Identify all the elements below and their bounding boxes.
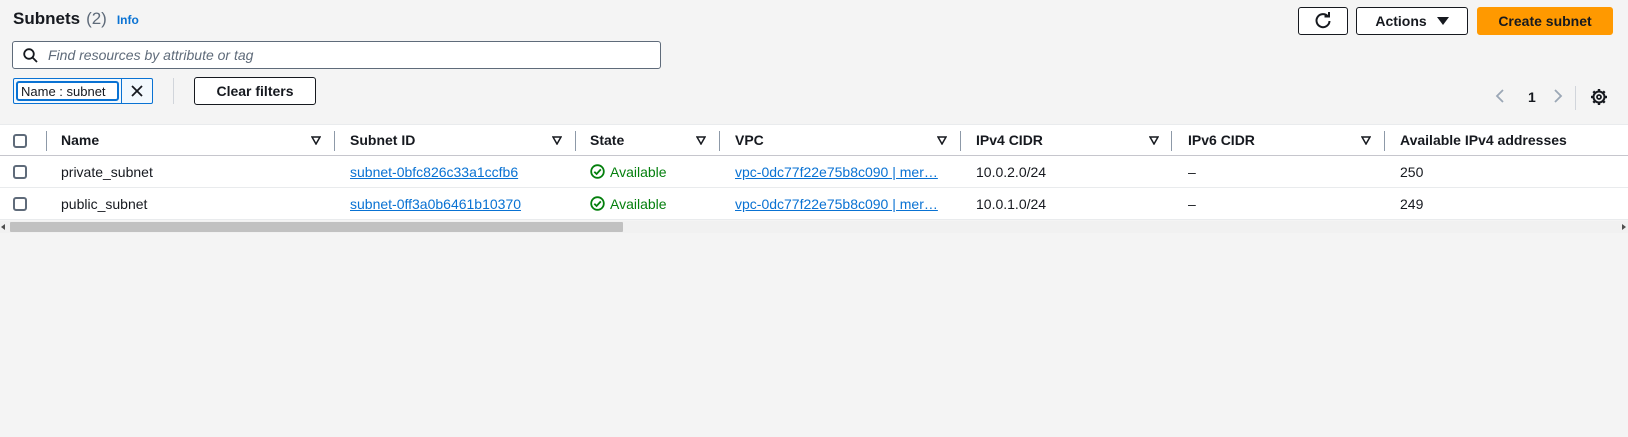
caret-down-icon (1436, 17, 1449, 25)
cell-available-ipv4: 249 (1400, 195, 1424, 212)
clear-filters-label: Clear filters (216, 83, 294, 99)
filter-divider (173, 78, 174, 104)
column-header-ipv4-cidr[interactable]: IPv4 CIDR (976, 125, 1043, 155)
row-checkbox[interactable] (13, 197, 27, 211)
filter-token[interactable]: Name : subnet (13, 78, 153, 104)
page-title: Subnets (13, 9, 81, 28)
cell-subnet-id-link[interactable]: subnet-0ff3a0b6461b10370 (350, 188, 521, 219)
refresh-icon (1315, 12, 1331, 29)
cell-vpc-link[interactable]: vpc-0dc77f22e75b8c090 | mer… (735, 188, 938, 219)
chevron-left-icon (1495, 89, 1504, 103)
resource-count: (2) (86, 9, 107, 28)
page-header: Subnets (2) Info (13, 9, 139, 29)
table-header: Name Subnet ID State VPC IPv4 CIDR IPv6 … (0, 125, 1628, 156)
column-header-vpc[interactable]: VPC (735, 125, 764, 155)
column-header-subnet-id[interactable]: Subnet ID (350, 125, 415, 155)
cell-ipv4-cidr: 10.0.1.0/24 (976, 195, 1047, 212)
status-available-icon (590, 164, 605, 179)
column-divider[interactable] (1171, 131, 1172, 151)
actions-label: Actions (1375, 13, 1427, 29)
column-header-available-ipv4[interactable]: Available IPv4 addresses (1400, 125, 1567, 155)
select-all-checkbox[interactable] (13, 134, 27, 148)
scroll-left-arrow-icon[interactable] (1, 224, 5, 230)
filter-token-label[interactable]: Name : subnet (16, 81, 119, 101)
create-subnet-button[interactable]: Create subnet (1477, 7, 1613, 35)
column-divider[interactable] (719, 131, 720, 151)
cell-state: Available (590, 188, 667, 219)
row-checkbox[interactable] (13, 165, 27, 179)
remove-filter-button[interactable] (121, 79, 151, 103)
sort-icon[interactable] (696, 136, 706, 145)
search-icon (23, 47, 38, 63)
search-input[interactable] (46, 46, 660, 64)
chevron-right-icon (1554, 89, 1563, 103)
next-page-button[interactable] (1552, 88, 1564, 104)
column-divider[interactable] (1384, 131, 1385, 151)
state-label: Available (610, 195, 667, 212)
cell-subnet-id-link[interactable]: subnet-0bfc826c33a1ccfb6 (350, 156, 518, 187)
status-available-icon (590, 196, 605, 211)
actions-button[interactable]: Actions (1356, 7, 1468, 35)
scrollbar-thumb[interactable] (10, 222, 623, 232)
info-link[interactable]: Info (117, 13, 139, 27)
create-subnet-label: Create subnet (1498, 13, 1592, 29)
column-divider[interactable] (960, 131, 961, 151)
search-box[interactable] (12, 41, 661, 69)
cell-vpc-link[interactable]: vpc-0dc77f22e75b8c090 | mer… (735, 156, 938, 187)
horizontal-scrollbar[interactable] (0, 221, 1628, 233)
close-icon (130, 85, 143, 97)
table-row[interactable]: private_subnet subnet-0bfc826c33a1ccfb6 … (0, 156, 1628, 188)
sort-icon[interactable] (1149, 136, 1159, 145)
scroll-right-arrow-icon[interactable] (1622, 224, 1626, 230)
cell-available-ipv4: 250 (1400, 163, 1424, 180)
sort-icon[interactable] (552, 136, 562, 145)
preferences-button[interactable] (1590, 88, 1608, 111)
column-divider[interactable] (46, 131, 47, 151)
table-row[interactable]: public_subnet subnet-0ff3a0b6461b10370 A… (0, 188, 1628, 220)
column-header-state[interactable]: State (590, 125, 624, 155)
cell-ipv6-cidr: – (1188, 195, 1196, 212)
page-number[interactable]: 1 (1528, 89, 1536, 105)
column-header-ipv6-cidr[interactable]: IPv6 CIDR (1188, 125, 1255, 155)
subnets-page: Subnets (2) Info Actions Create subnet N… (0, 0, 1628, 437)
column-divider[interactable] (334, 131, 335, 151)
state-label: Available (610, 163, 667, 180)
pagination-divider (1575, 86, 1576, 110)
sort-icon[interactable] (937, 136, 947, 145)
cell-state: Available (590, 156, 667, 187)
cell-ipv4-cidr: 10.0.2.0/24 (976, 163, 1047, 180)
sort-icon[interactable] (1361, 136, 1371, 145)
clear-filters-button[interactable]: Clear filters (194, 77, 316, 105)
refresh-button[interactable] (1298, 7, 1348, 35)
sort-icon[interactable] (311, 136, 321, 145)
column-header-name[interactable]: Name (61, 125, 99, 155)
cell-name: public_subnet (61, 195, 148, 212)
subnets-table: Name Subnet ID State VPC IPv4 CIDR IPv6 … (0, 124, 1628, 220)
previous-page-button[interactable] (1494, 88, 1506, 104)
cell-ipv6-cidr: – (1188, 163, 1196, 180)
gear-icon (1591, 89, 1607, 105)
column-divider[interactable] (575, 131, 576, 151)
cell-name: private_subnet (61, 163, 153, 180)
